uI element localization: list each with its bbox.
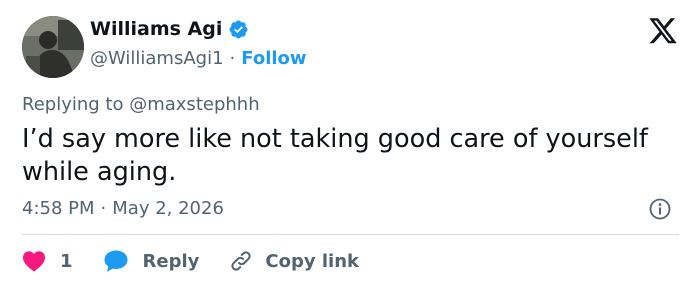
copy-link-button[interactable]: Copy link	[229, 249, 359, 273]
like-button[interactable]: 1	[22, 250, 73, 272]
info-icon[interactable]	[648, 197, 672, 221]
author-name-row: Williams Agi	[90, 18, 249, 40]
reply-button[interactable]: Reply	[103, 249, 200, 273]
copy-link-label: Copy link	[265, 250, 359, 272]
tweet-time: 4:58 PM	[22, 198, 95, 219]
author-handle-row: @WilliamsAgi1 · Follow	[90, 48, 307, 69]
like-count: 1	[60, 250, 73, 272]
author-name[interactable]: Williams Agi	[90, 18, 222, 40]
divider	[22, 234, 679, 235]
reply-label: Reply	[142, 250, 200, 272]
avatar-image	[22, 16, 84, 78]
avatar[interactable]	[22, 16, 84, 78]
x-logo-icon[interactable]	[648, 18, 678, 46]
follow-button[interactable]: Follow	[241, 48, 306, 69]
separator-dot: ·	[100, 198, 107, 219]
heart-icon	[23, 251, 45, 272]
separator-dot: ·	[229, 48, 236, 69]
replying-to-mention[interactable]: @maxstephhh	[129, 94, 259, 115]
speech-bubble-icon	[104, 250, 128, 272]
replying-to-prefix: Replying to	[22, 94, 124, 115]
tweet-text: I’d say more like not taking good care o…	[22, 124, 648, 187]
replying-to: Replying to @maxstephhh	[22, 94, 260, 115]
link-icon	[231, 251, 252, 271]
action-bar: 1 Reply Copy link	[22, 248, 359, 274]
tweet-timestamp[interactable]: 4:58 PM · May 2, 2026	[22, 198, 224, 219]
tweet-date: May 2, 2026	[112, 198, 224, 219]
author-handle[interactable]: @WilliamsAgi1	[90, 48, 224, 69]
verified-badge-icon	[229, 20, 248, 38]
